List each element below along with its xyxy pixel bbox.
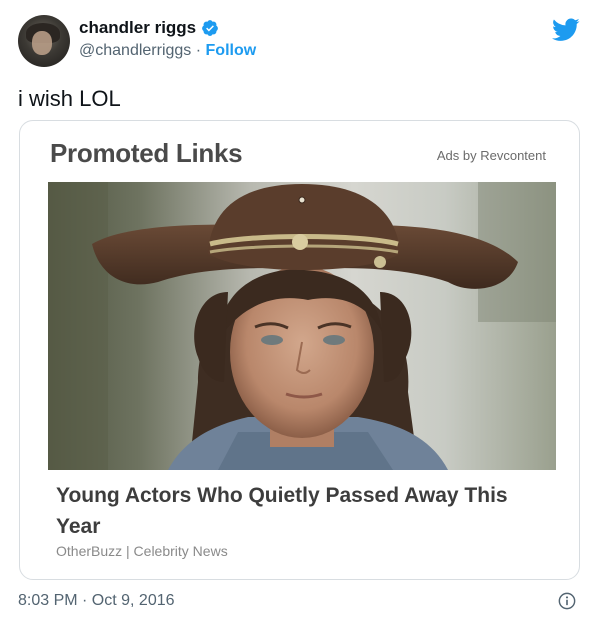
article-photo-illustration xyxy=(48,182,556,470)
author-name[interactable]: chandler riggs xyxy=(79,18,196,38)
article-source: OtherBuzz | Celebrity News xyxy=(56,543,228,559)
author-handle[interactable]: @chandlerriggs xyxy=(79,42,191,59)
tweet-text: i wish LOL xyxy=(18,86,121,111)
avatar[interactable] xyxy=(18,15,70,67)
tweet-timestamp[interactable]: 8:03 PM · Oct 9, 2016 xyxy=(18,592,175,610)
ads-by-label[interactable]: Ads by Revcontent xyxy=(437,148,546,163)
handle-separator: · xyxy=(191,42,206,59)
follow-link[interactable]: Follow xyxy=(206,42,257,59)
article-photo[interactable] xyxy=(48,182,556,470)
info-icon[interactable] xyxy=(558,592,576,610)
avatar-face xyxy=(32,31,52,55)
handle-row: @chandlerriggs · Follow xyxy=(79,42,256,60)
promoted-heading: Promoted Links xyxy=(50,138,243,168)
author-row: chandler riggs xyxy=(79,18,219,38)
article-title[interactable]: Young Actors Who Quietly Passed Away Thi… xyxy=(56,480,536,542)
verified-badge-icon xyxy=(202,20,219,36)
twitter-bird-icon[interactable] xyxy=(552,18,580,42)
